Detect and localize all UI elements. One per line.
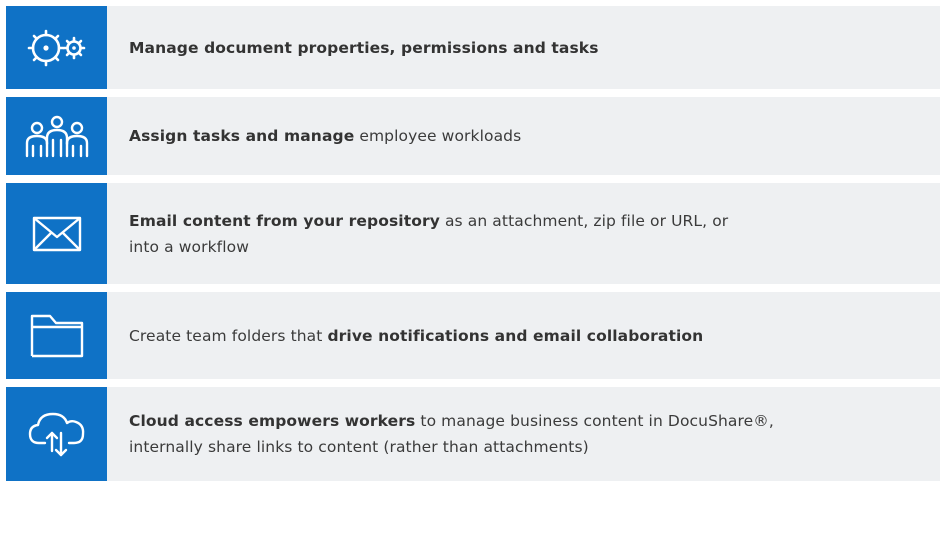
feature-text-bold: Email content from your repository xyxy=(129,211,440,230)
cloud-upload-download-icon xyxy=(27,411,87,457)
gears-icon xyxy=(26,26,88,70)
feature-text-bold: Cloud access empowers workers xyxy=(129,412,416,430)
icon-tile xyxy=(6,183,107,284)
feature-text-regular: to manage business content in DocuShare®… xyxy=(415,412,774,430)
icon-tile xyxy=(6,97,107,175)
icon-tile xyxy=(6,387,107,481)
feature-text: Manage document properties, permissions … xyxy=(129,35,599,61)
feature-text-bold: drive notifications and email collaborat… xyxy=(327,326,704,345)
feature-text: Cloud access empowers workers to manage … xyxy=(129,408,774,460)
envelope-icon xyxy=(32,216,82,252)
feature-list: Manage document properties, permissions … xyxy=(6,6,940,481)
feature-text: Assign tasks and manage employee workloa… xyxy=(129,123,521,149)
people-icon xyxy=(24,114,90,158)
icon-tile xyxy=(6,292,107,379)
feature-text-regular: into a workflow xyxy=(129,237,249,256)
feature-text-regular: internally share links to content (rathe… xyxy=(129,438,589,456)
feature-panel: Cloud access empowers workers to manage … xyxy=(107,387,940,481)
feature-text-regular: as an attachment, zip file or URL, or xyxy=(439,211,729,230)
feature-panel: Assign tasks and manage employee workloa… xyxy=(107,97,940,175)
feature-text-bold: Assign tasks and manage xyxy=(129,127,355,145)
feature-row-manage-properties: Manage document properties, permissions … xyxy=(6,6,940,89)
folder-icon xyxy=(30,314,84,358)
feature-text-regular: Create team folders that xyxy=(129,326,328,345)
feature-panel: Email content from your repository as an… xyxy=(107,183,940,284)
feature-panel: Manage document properties, permissions … xyxy=(107,6,940,89)
feature-text-bold: Manage document properties, permissions … xyxy=(129,38,599,57)
feature-text: Email content from your repository as an… xyxy=(129,208,728,260)
feature-text: Create team folders that drive notificat… xyxy=(129,323,703,349)
feature-row-team-folders: Create team folders that drive notificat… xyxy=(6,292,940,379)
feature-row-email-content: Email content from your repository as an… xyxy=(6,183,940,284)
icon-tile xyxy=(6,6,107,89)
feature-row-assign-tasks: Assign tasks and manage employee workloa… xyxy=(6,97,940,175)
feature-panel: Create team folders that drive notificat… xyxy=(107,292,940,379)
feature-text-regular: employee workloads xyxy=(354,127,522,145)
feature-row-cloud-access: Cloud access empowers workers to manage … xyxy=(6,387,940,481)
